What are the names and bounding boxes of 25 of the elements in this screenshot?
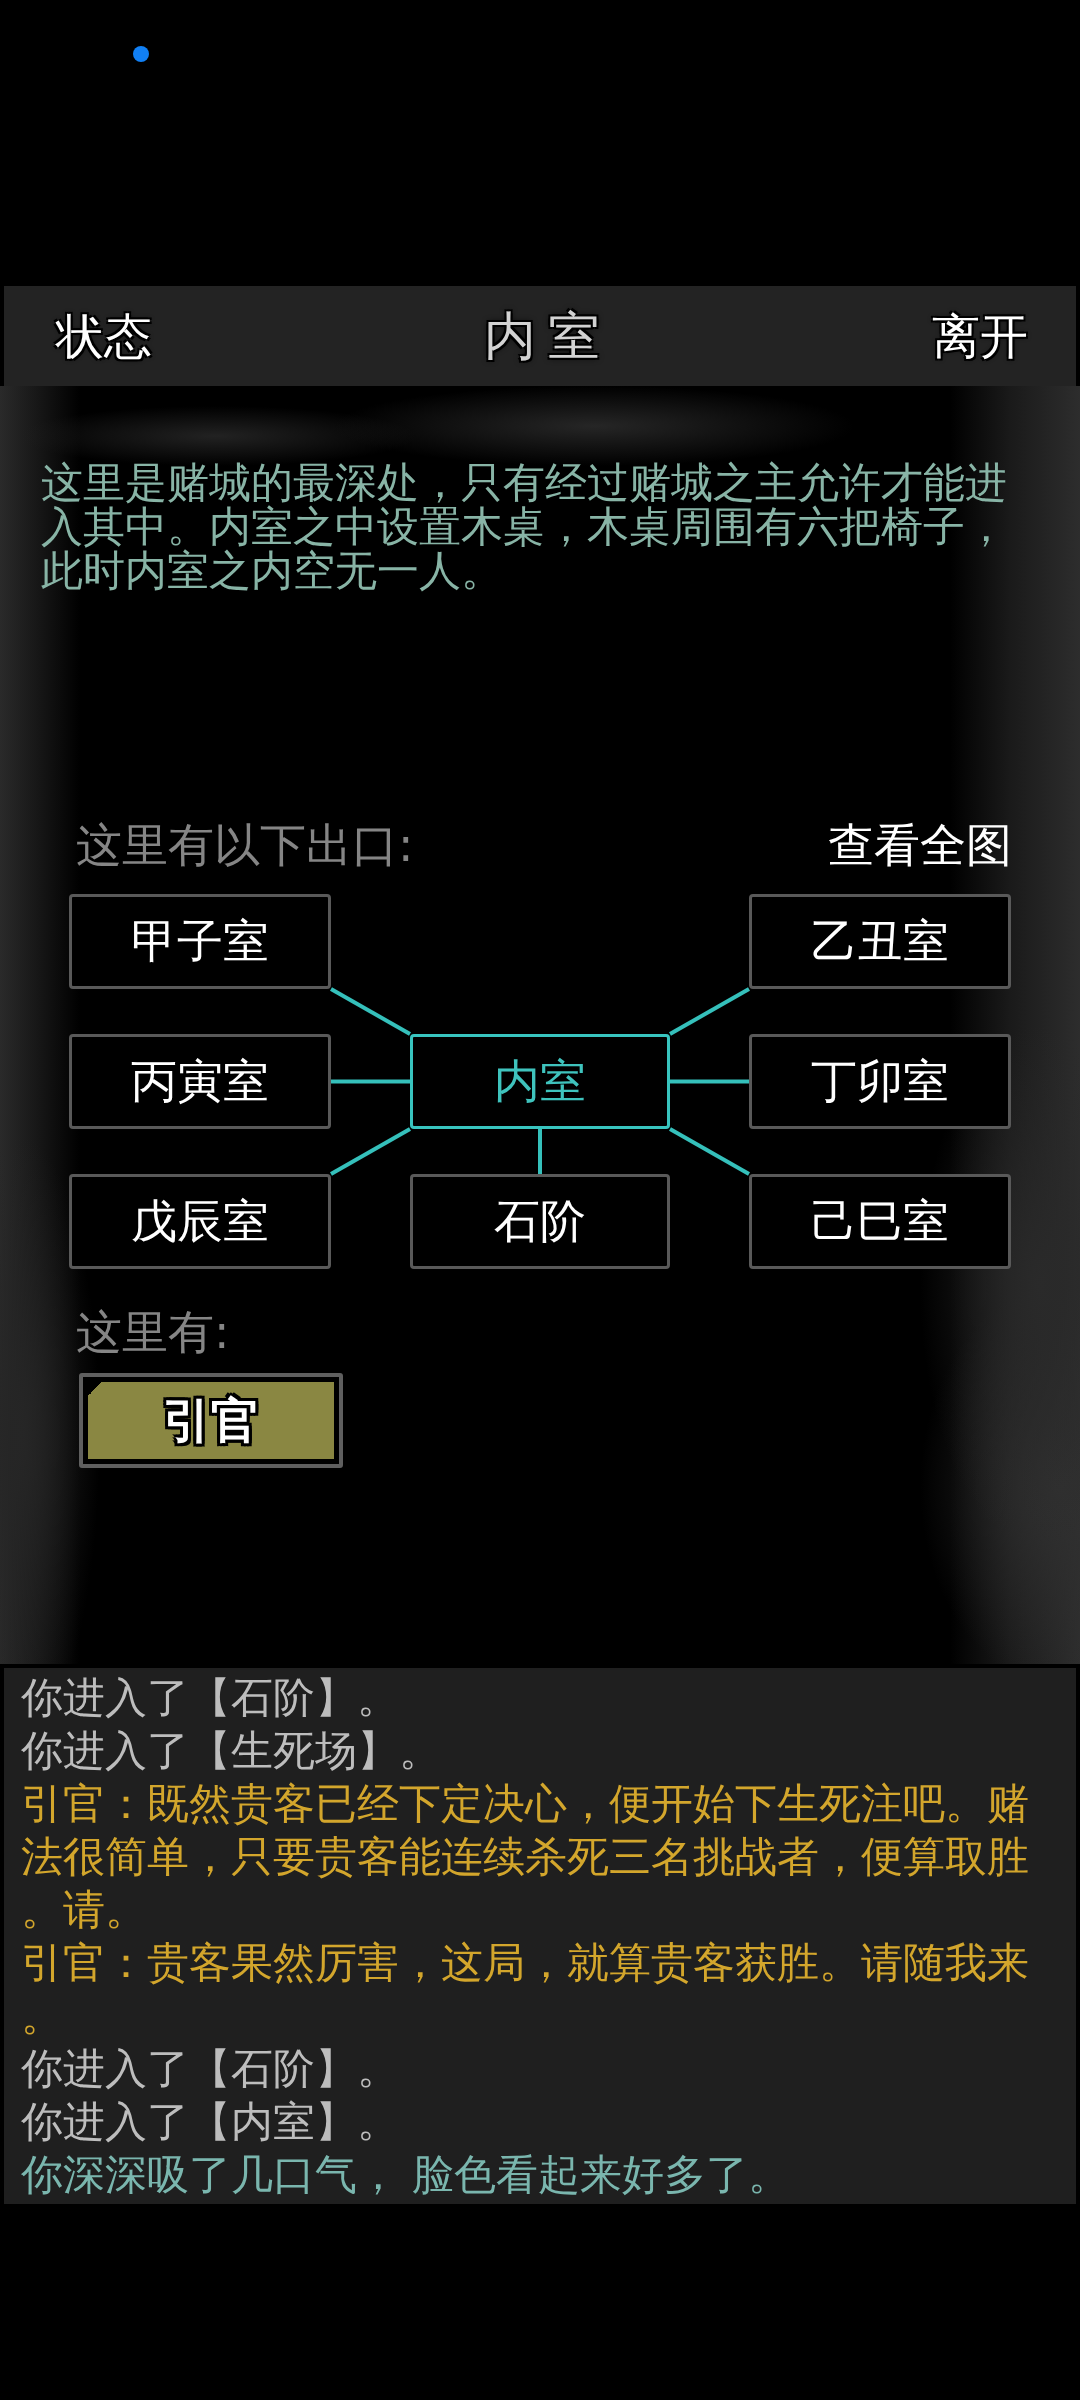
log-message: 你进入了【石阶】。 xyxy=(21,1672,400,1724)
status-button[interactable]: 状态 xyxy=(52,306,156,366)
exits-heading: 这里有以下出口: xyxy=(76,817,414,873)
view-map-button[interactable]: 查看全图 xyxy=(828,817,1012,873)
log-message: 引官：贵客果然厉害，这局，就算贵客获胜。请随我来。 xyxy=(21,1937,1030,2042)
indicator-dot-icon xyxy=(133,46,149,62)
exit-room-button[interactable]: 丙寅室 xyxy=(69,1034,331,1129)
log-message: 你进入了【生死场】。 xyxy=(21,1725,442,1777)
exit-room-button[interactable]: 丁卯室 xyxy=(749,1034,1011,1129)
log-message: 你进入了【石阶】。 xyxy=(21,2043,400,2095)
log-message: 引官：既然贵客已经下定决心，便开始下生死注吧。赌法很简单，只要贵客能连续杀死三名挑战者，便算取胜。请。 xyxy=(21,1778,1030,1936)
exit-room-button[interactable]: 甲子室 xyxy=(69,894,331,989)
exit-room-button[interactable]: 石阶 xyxy=(410,1174,670,1269)
room-description: 这里是赌城的最深处，只有经过赌城之主允许才能进入其中。内室之中设置木桌，木桌周围有六把椅子，此时内室之内空无一人。 xyxy=(41,461,1008,593)
log-message: 你进入了【内室】。 xyxy=(21,2096,400,2148)
npc-button[interactable]: 引官 xyxy=(79,1373,343,1468)
leave-button[interactable]: 离开 xyxy=(928,306,1032,366)
current-room-node[interactable]: 内室 xyxy=(410,1034,670,1129)
room-title: 内室 xyxy=(483,305,612,367)
log-message: 你深深吸了几口气， 脸色看起来好多了。 xyxy=(21,2149,792,2201)
exit-room-button[interactable]: 己巳室 xyxy=(749,1174,1011,1269)
exit-room-button[interactable]: 戊辰室 xyxy=(69,1174,331,1269)
people-heading: 这里有: xyxy=(76,1304,230,1360)
exit-room-button[interactable]: 乙丑室 xyxy=(749,894,1011,989)
connector-line xyxy=(538,1129,542,1174)
